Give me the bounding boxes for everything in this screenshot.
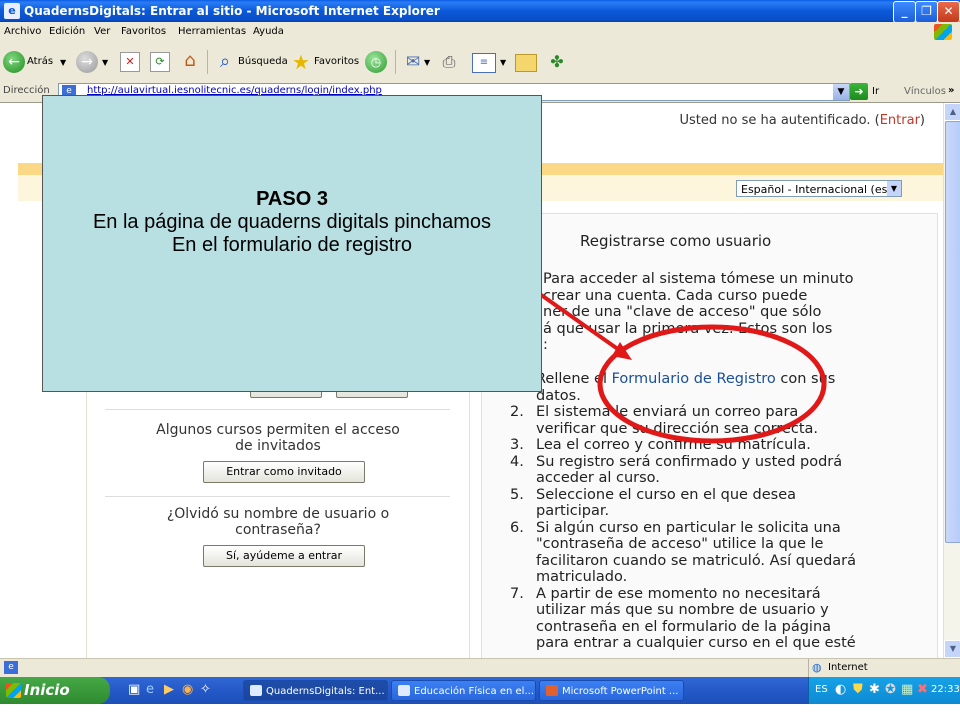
language-indicator[interactable]: ES	[815, 684, 828, 695]
firefox-icon[interactable]: ◉	[182, 682, 193, 697]
display-icon[interactable]: ▦	[901, 682, 913, 697]
overlay-title: PASO 3	[256, 188, 328, 210]
overlay-line-2: En el formulario de registro	[171, 234, 413, 256]
zone-label: Internet	[828, 662, 868, 673]
quicklaunch-extra-icon[interactable]: ✧	[200, 682, 211, 697]
annotation-circle	[597, 324, 827, 444]
powerpoint-task-icon	[546, 685, 558, 696]
ie-task-icon	[398, 685, 410, 696]
task-label: Microsoft PowerPoint ...	[562, 686, 679, 697]
globe-icon: ◍	[812, 661, 822, 674]
task-educacion-fisica[interactable]: Educación Física en el...	[391, 680, 536, 701]
media-player-icon[interactable]: ▶	[164, 682, 174, 697]
messenger-tray-icon[interactable]: ✱	[869, 682, 880, 697]
antivirus-icon[interactable]: ✪	[885, 682, 896, 697]
start-label: Inicio	[24, 681, 70, 699]
taskbar: Inicio ▣ e ▶ ◉ ✧ QuadernsDigitals: Ent..…	[0, 677, 960, 704]
show-desktop-icon[interactable]: ▣	[128, 682, 140, 697]
screen-bottom	[0, 704, 960, 720]
windows-logo-icon	[6, 683, 21, 698]
network-icon[interactable]: ◐	[835, 682, 846, 697]
page-status-icon: e	[4, 661, 18, 674]
task-powerpoint[interactable]: Microsoft PowerPoint ...	[539, 680, 684, 701]
overlay-line-1: En la página de quaderns digitals pincha…	[92, 211, 492, 233]
instruction-overlay: PASO 3 En la página de quaderns digitals…	[42, 95, 542, 392]
system-tray: ES ◐ ⛊ ✱ ✪ ▦ ✖ 22:33	[808, 677, 960, 704]
alert-icon[interactable]: ✖	[917, 682, 928, 697]
status-bar: e ◍ Internet	[0, 658, 960, 677]
task-quaderns[interactable]: QuadernsDigitals: Ent...	[243, 680, 388, 701]
shield-icon[interactable]: ⛊	[853, 682, 863, 697]
clock[interactable]: 22:33	[931, 684, 960, 695]
task-label: QuadernsDigitals: Ent...	[266, 686, 385, 697]
task-label: Educación Física en el...	[414, 686, 534, 697]
ie-task-icon	[250, 685, 262, 696]
status-divider	[808, 659, 809, 677]
ie-quicklaunch-icon[interactable]: e	[146, 682, 154, 697]
